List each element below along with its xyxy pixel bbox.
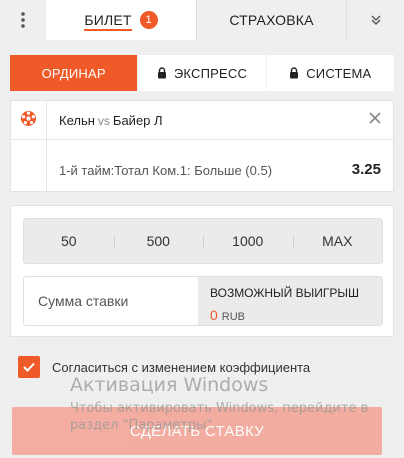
possible-win-amount: 0 (210, 307, 218, 323)
quick-stake-buttons: 50 500 1000 MAX (23, 218, 383, 264)
possible-win-box: ВОЗМОЖНЫЙ ВЫИГРЫШ 0 RUB (198, 277, 382, 325)
quick-stake-500-button[interactable]: 500 (113, 219, 204, 263)
lock-icon (157, 67, 167, 79)
away-team: Байер Л (112, 113, 163, 128)
tab-active-underline (84, 29, 132, 31)
ticket-count-badge: 1 (139, 11, 158, 29)
double-chevron-down-icon[interactable] (346, 0, 404, 40)
bet-type-system-button[interactable]: СИСТЕМА (266, 55, 394, 91)
bet-event-teams: Кельн vs Байер Л (59, 113, 163, 128)
stake-card: 50 500 1000 MAX ВОЗМОЖНЫЙ ВЫИГРЫШ 0RUB (10, 205, 394, 337)
home-team: Кельн (59, 113, 95, 128)
bet-type-express-button[interactable]: ЭКСПРЕСС (138, 55, 266, 91)
tab-insurance-label: СТРАХОВКА (229, 12, 314, 28)
vs-label: vs (97, 114, 110, 128)
bet-market: 1-й тайм:Тотал Ком.1: Больше (0.5) (59, 163, 273, 178)
possible-win-label: ВОЗМОЖНЫЙ ВЫИГРЫШ (210, 286, 359, 300)
bet-type-express-label: ЭКСПРЕСС (173, 65, 248, 81)
bet-type-selector: ОРДИНАР ЭКСПРЕСС СИСТЕМА (10, 55, 394, 91)
checkmark-icon (23, 362, 35, 372)
windows-activation-title: Активация Windows (70, 374, 269, 396)
tab-ticket-label: БИЛЕТ (84, 12, 132, 28)
quick-stake-max-button[interactable]: MAX (292, 219, 383, 263)
stake-amount-input[interactable] (24, 277, 198, 325)
windows-activation-text: Чтобы активировать Windows, перейдите в … (70, 401, 369, 433)
bet-odds: 3.25 (351, 161, 381, 178)
kebab-menu-icon[interactable] (0, 0, 46, 40)
divider (47, 139, 393, 140)
bet-sport-column (11, 101, 47, 191)
possible-win-value: 0 RUB (210, 307, 382, 323)
bet-type-single-button[interactable]: ОРДИНАР (10, 55, 138, 91)
quick-stake-50-button[interactable]: 50 (24, 219, 114, 263)
bet-type-single-label: ОРДИНАР (41, 65, 106, 81)
close-icon[interactable] (369, 111, 381, 129)
accept-changes-label: Согласиться с изменением коэффициента (52, 359, 311, 375)
top-tab-bar: БИЛЕТ 1 СТРАХОВКА (0, 0, 404, 40)
quick-stake-1000-button[interactable]: 1000 (203, 219, 293, 263)
bet-card: Кельн vs Байер Л 1-й тайм:Тотал Ком.1: Бол… (10, 100, 394, 192)
bet-type-system-label: СИСТЕМА (306, 65, 372, 81)
currency-label: RUB (221, 311, 246, 323)
tab-insurance[interactable]: СТРАХОВКА (196, 0, 346, 40)
accept-changes-checkbox[interactable] (18, 356, 40, 378)
soccer-ball-icon (20, 110, 37, 132)
tab-ticket[interactable]: БИЛЕТ 1 (46, 0, 196, 40)
lock-icon (289, 67, 299, 79)
stake-row: ВОЗМОЖНЫЙ ВЫИГРЫШ 0RUB (23, 276, 383, 326)
